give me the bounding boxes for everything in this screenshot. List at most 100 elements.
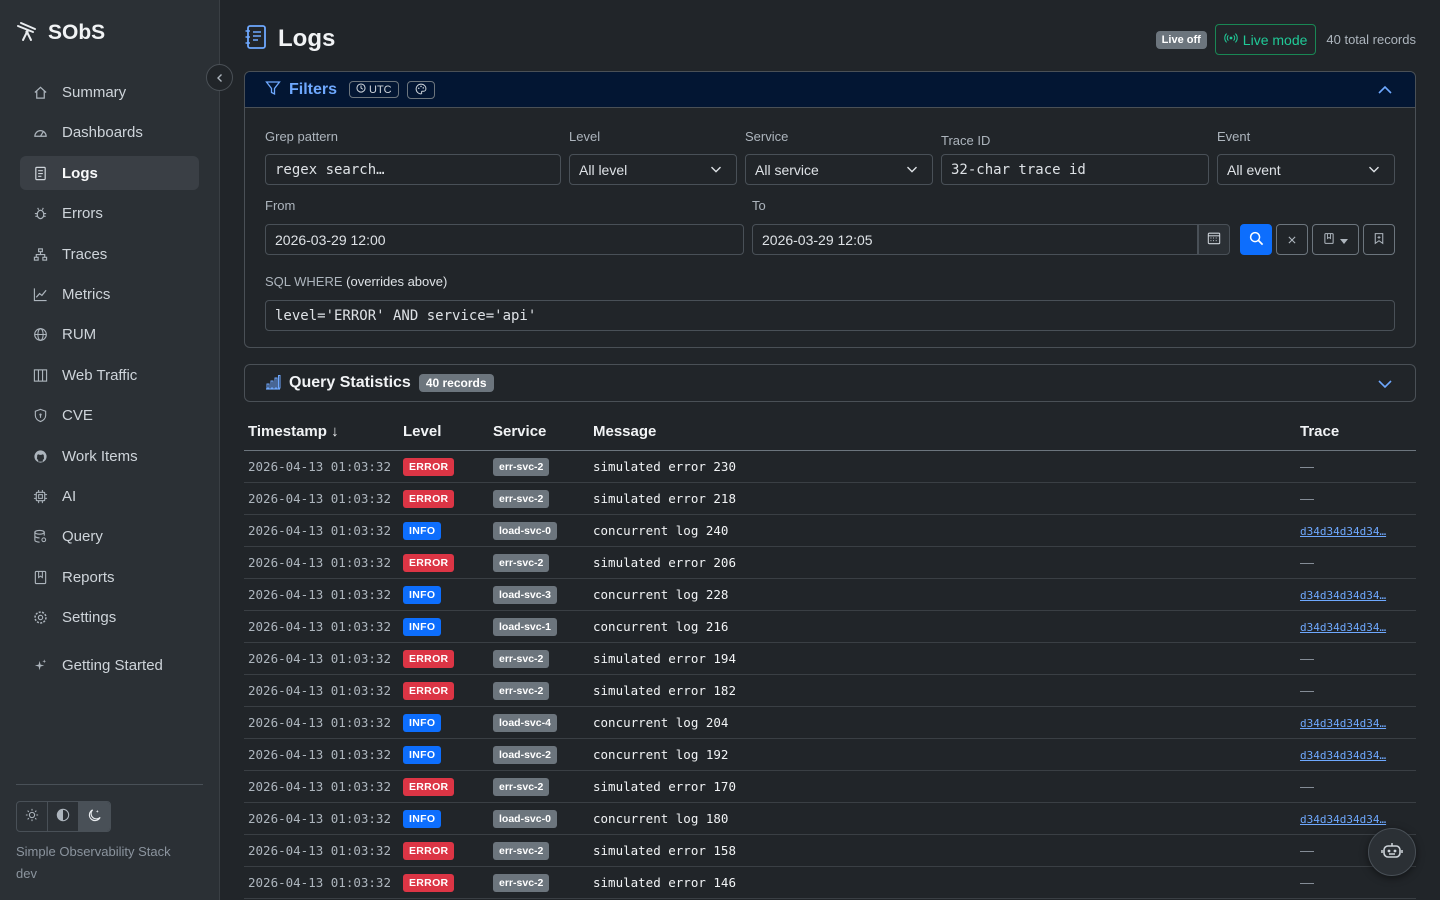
- table-row[interactable]: 2026-04-13 01:03:32 INFO load-svc-3 concurr…: [244, 578, 1416, 611]
- sidebar-item-settings[interactable]: Settings: [20, 600, 199, 634]
- sidebar-item-label: Reports: [62, 568, 115, 586]
- from-input[interactable]: 2026-03-29 12:00: [265, 224, 744, 255]
- table-row[interactable]: 2026-04-13 01:03:32 ERROR err-svc-2 simulat…: [244, 450, 1416, 483]
- chevron-down-icon: [906, 162, 918, 178]
- cell-timestamp: 2026-04-13 01:03:32: [244, 770, 399, 803]
- filters-header[interactable]: Filters UTC: [245, 72, 1415, 108]
- sidebar-item-work-items[interactable]: Work Items: [20, 439, 199, 473]
- table-row[interactable]: 2026-04-13 01:03:32 ERROR err-svc-2 simulat…: [244, 546, 1416, 579]
- search-button[interactable]: [1240, 224, 1272, 255]
- cell-service: err-svc-2: [489, 770, 589, 803]
- column-header-timestamp[interactable]: Timestamp ↓: [244, 414, 399, 451]
- sidebar-collapse-button[interactable]: [206, 64, 233, 91]
- log-message: simulated error 146: [593, 875, 736, 890]
- theme-light-button[interactable]: [17, 802, 48, 831]
- page-heading: Logs: [278, 24, 336, 52]
- palette-button[interactable]: [406, 80, 435, 99]
- log-timestamp: 2026-04-13 01:03:32: [248, 587, 391, 602]
- sidebar-item-label: Settings: [62, 608, 117, 626]
- sidebar-item-dashboards[interactable]: Dashboards: [20, 115, 199, 149]
- sidebar-item-getting-started[interactable]: Getting Started: [20, 648, 199, 682]
- grep-input[interactable]: regex search…: [265, 154, 561, 185]
- table-row[interactable]: 2026-04-13 01:03:32 INFO load-svc-2 concurr…: [244, 738, 1416, 771]
- level-badge: ERROR: [403, 649, 455, 668]
- table-row[interactable]: 2026-04-13 01:03:32 INFO load-svc-0 concurr…: [244, 802, 1416, 835]
- sidebar-item-rum[interactable]: RUM: [20, 317, 199, 351]
- table-row[interactable]: 2026-04-13 01:03:32 ERROR err-svc-2 simulat…: [244, 482, 1416, 515]
- cell-trace: d34d34d34d34…: [1296, 610, 1416, 643]
- level-select[interactable]: All level: [569, 154, 737, 185]
- sidebar-item-summary[interactable]: Summary: [20, 75, 199, 109]
- sidebar-item-ai[interactable]: AI: [20, 479, 199, 513]
- saved-queries-dropdown[interactable]: [1312, 224, 1359, 255]
- sidebar-item-errors[interactable]: Errors: [20, 196, 199, 230]
- trace-empty: —: [1300, 458, 1314, 474]
- sidebar: SObS Summary Dashboards Logs Errors Trac…: [0, 0, 233, 900]
- service-select-value: All service: [755, 161, 819, 178]
- chevron-down-icon[interactable]: [1377, 376, 1393, 395]
- cell-message: concurrent log 192: [589, 738, 1296, 771]
- chevron-up-icon[interactable]: [1377, 82, 1393, 101]
- sidebar-item-query[interactable]: Query: [20, 519, 199, 553]
- theme-dark-button[interactable]: [79, 802, 110, 831]
- theme-auto-button[interactable]: [48, 802, 79, 831]
- to-label: To: [752, 198, 766, 213]
- query-statistics-title: Query Statistics: [289, 374, 411, 391]
- trace-link[interactable]: d34d34d34d34…: [1300, 621, 1386, 634]
- trace-link[interactable]: d34d34d34d34…: [1300, 717, 1386, 730]
- timezone-badge[interactable]: UTC: [349, 81, 399, 98]
- service-badge: err-svc-2: [493, 489, 550, 508]
- sidebar-item-metrics[interactable]: Metrics: [20, 277, 199, 311]
- log-timestamp: 2026-04-13 01:03:32: [248, 651, 391, 666]
- sidebar-item-traces[interactable]: Traces: [20, 237, 199, 271]
- filters-title: Filters: [289, 80, 338, 98]
- column-header-trace: Trace: [1296, 414, 1416, 451]
- table-row[interactable]: 2026-04-13 01:03:32 ERROR err-svc-2 simulat…: [244, 834, 1416, 867]
- log-timestamp: 2026-04-13 01:03:32: [248, 555, 391, 570]
- table-row[interactable]: 2026-04-13 01:03:32 ERROR err-svc-2 simulat…: [244, 674, 1416, 707]
- save-query-button[interactable]: [1363, 224, 1395, 255]
- cell-timestamp: 2026-04-13 01:03:32: [244, 578, 399, 611]
- speedometer-icon: [32, 124, 48, 140]
- log-message: concurrent log 216: [593, 619, 729, 634]
- table-row[interactable]: 2026-04-13 01:03:32 INFO load-svc-4 concurr…: [244, 706, 1416, 739]
- contrast-icon: [56, 808, 70, 825]
- table-row[interactable]: 2026-04-13 01:03:32 INFO load-svc-1 concurr…: [244, 610, 1416, 643]
- cell-level: INFO: [399, 802, 489, 835]
- globe-icon: [32, 326, 48, 342]
- trace-id-input[interactable]: 32-char trace id: [941, 154, 1209, 185]
- to-input[interactable]: 2026-03-29 12:05: [752, 224, 1198, 255]
- trace-link[interactable]: d34d34d34d34…: [1300, 525, 1386, 538]
- sql-where-input[interactable]: level='ERROR' AND service='api': [265, 300, 1395, 331]
- ai-assistant-button[interactable]: [1368, 828, 1416, 876]
- trace-link[interactable]: d34d34d34d34…: [1300, 813, 1386, 826]
- live-mode-button[interactable]: Live mode: [1214, 24, 1317, 55]
- table-row[interactable]: 2026-04-13 01:03:32 INFO load-svc-0 concurr…: [244, 514, 1416, 547]
- table-row[interactable]: 2026-04-13 01:03:32 ERROR err-svc-2 simulat…: [244, 866, 1416, 899]
- sidebar-item-web-traffic[interactable]: Web Traffic: [20, 358, 199, 392]
- sidebar-item-cve[interactable]: CVE: [20, 398, 199, 432]
- event-select[interactable]: All event: [1217, 154, 1395, 185]
- query-statistics-panel[interactable]: Query Statistics 40 records: [244, 364, 1416, 402]
- cell-timestamp: 2026-04-13 01:03:32: [244, 514, 399, 547]
- cell-service: load-svc-2: [489, 738, 589, 771]
- service-select[interactable]: All service: [745, 154, 933, 185]
- table-row[interactable]: 2026-04-13 01:03:32 ERROR err-svc-2 simulat…: [244, 642, 1416, 675]
- level-badge: INFO: [403, 585, 442, 604]
- sidebar-item-logs[interactable]: Logs: [20, 156, 199, 190]
- service-badge: err-svc-2: [493, 873, 550, 892]
- chevron-left-icon: [215, 70, 225, 86]
- trace-link[interactable]: d34d34d34d34…: [1300, 749, 1386, 762]
- house-icon: [32, 84, 48, 100]
- cell-timestamp: 2026-04-13 01:03:32: [244, 642, 399, 675]
- sidebar-item-reports[interactable]: Reports: [20, 560, 199, 594]
- table-row[interactable]: 2026-04-13 01:03:32 ERROR err-svc-2 simulat…: [244, 770, 1416, 803]
- clear-button[interactable]: [1276, 224, 1308, 255]
- brand[interactable]: SObS: [16, 20, 105, 45]
- log-timestamp: 2026-04-13 01:03:32: [248, 843, 391, 858]
- trace-link[interactable]: d34d34d34d34…: [1300, 589, 1386, 602]
- sql-where-label-text: SQL WHERE: [265, 274, 343, 289]
- column-header-service: Service: [489, 414, 589, 451]
- robot-icon: [1381, 841, 1403, 864]
- calendar-button[interactable]: [1198, 224, 1230, 255]
